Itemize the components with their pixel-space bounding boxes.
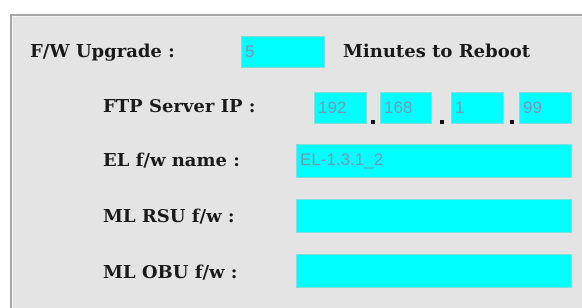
- ftp-ip-octet-2-input[interactable]: 168: [380, 92, 432, 124]
- el-fw-name-input[interactable]: EL-1.3.1_2: [296, 144, 572, 178]
- ip-separator-dot: [510, 120, 514, 124]
- ml-obu-fw-input[interactable]: [296, 254, 572, 288]
- ml-obu-fw-label: ML OBU f/w :: [103, 262, 238, 283]
- ml-rsu-fw-input[interactable]: [296, 199, 572, 233]
- ftp-ip-octet-3-input[interactable]: 1: [451, 92, 504, 124]
- window-frame: F/W Upgrade : 5 Minutes to Reboot FTP Se…: [0, 0, 582, 308]
- ftp-server-ip-label: FTP Server IP :: [103, 96, 256, 117]
- ftp-ip-octet-1-input[interactable]: 192: [314, 92, 367, 124]
- ftp-ip-octet-4-input[interactable]: 99: [519, 92, 572, 124]
- el-fw-name-label: EL f/w name :: [103, 150, 240, 171]
- ip-separator-dot: [440, 120, 444, 124]
- fw-upgrade-minutes-input[interactable]: 5: [241, 36, 325, 68]
- minutes-to-reboot-label: Minutes to Reboot: [343, 41, 531, 62]
- ip-separator-dot: [371, 120, 375, 124]
- ml-rsu-fw-label: ML RSU f/w :: [103, 206, 235, 227]
- fw-upgrade-label: F/W Upgrade :: [30, 41, 175, 62]
